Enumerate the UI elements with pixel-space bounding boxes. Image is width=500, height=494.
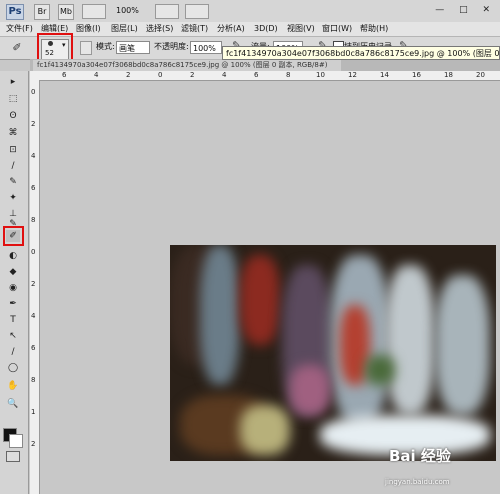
opacity-label: 不透明度: [154, 42, 189, 51]
menu-bar: 文件(F) 编辑(E) 图像(I) 图层(L) 选择(S) 滤镜(T) 分析(A… [0, 22, 500, 37]
document-tab[interactable]: fc1f4134970a304e07f3068bd0c8a786c8175ce9… [33, 60, 341, 71]
ruler-label: 10 [316, 71, 325, 79]
menu-filter[interactable]: 滤镜(T) [181, 22, 208, 36]
ruler-label: 16 [412, 71, 421, 79]
menu-select[interactable]: 选择(S) [146, 22, 173, 36]
ruler-label: 18 [444, 71, 453, 79]
bridge-button[interactable]: Br [34, 4, 50, 20]
app-bar [0, 0, 500, 23]
menu-analysis[interactable]: 分析(A) [217, 22, 245, 36]
ruler-label: 6 [62, 71, 67, 79]
move-tool-icon[interactable]: ▸ [6, 76, 20, 88]
window-controls[interactable]: — □ ✕ [435, 3, 496, 17]
eraser-tool-highlight [3, 226, 24, 246]
mode-select[interactable]: 画笔 [116, 41, 150, 54]
menu-window[interactable]: 窗口(W) [322, 22, 352, 36]
ruler-label: 0 [158, 71, 163, 79]
arrange-documents-button[interactable] [155, 4, 179, 19]
ruler-label: 6 [254, 71, 259, 79]
3d-rotate-tool-icon[interactable]: ◯ [6, 362, 20, 374]
ruler-label: 2 [31, 120, 36, 128]
ruler-label: 4 [31, 312, 36, 320]
crop-tool-icon[interactable]: ⊡ [6, 144, 20, 156]
hand-tool-icon[interactable]: ✋ [6, 380, 20, 392]
ruler-label: 4 [94, 71, 99, 79]
quick-mask-icon[interactable] [6, 451, 20, 462]
ruler-label: 6 [31, 184, 36, 192]
path-selection-tool-icon[interactable]: ↖ [6, 330, 20, 342]
ruler-label: 2 [190, 71, 195, 79]
menu-help[interactable]: 帮助(H) [360, 22, 388, 36]
menu-file[interactable]: 文件(F) [6, 22, 33, 36]
tab-tooltip: fc1f4134970a304e07f3068bd0c8a786c8175ce9… [222, 46, 500, 60]
lasso-tool-icon[interactable]: ʘ [6, 110, 20, 122]
ruler-label: 8 [31, 216, 36, 224]
ruler-label: 4 [31, 152, 36, 160]
zoom-level[interactable]: 100% [116, 5, 139, 17]
mode-label: 模式: [96, 42, 115, 51]
ruler-label: 8 [286, 71, 291, 79]
mini-bridge-button[interactable]: Mb [58, 4, 74, 20]
dodge-tool-icon[interactable]: ◉ [6, 282, 20, 294]
eyedropper-tool-icon[interactable]: ∕ [6, 160, 20, 172]
ruler-label: 20 [476, 71, 485, 79]
pen-tool-icon[interactable]: ✒ [6, 298, 20, 310]
photoshop-logo: Ps [6, 4, 24, 20]
ruler-top: 6 4 2 0 2 4 6 8 10 12 14 16 18 20 [30, 71, 500, 81]
ruler-label: 6 [31, 344, 36, 352]
ruler-label: 12 [348, 71, 357, 79]
ruler-label: 0 [31, 88, 36, 96]
eraser-tool-preset-icon[interactable]: ✐ [8, 41, 26, 55]
ruler-label: 0 [31, 248, 36, 256]
view-extras-button[interactable] [82, 4, 106, 19]
baidu-watermark-url: jingyan.baidu.com [385, 478, 450, 486]
healing-brush-tool-icon[interactable]: ✎ [6, 176, 20, 188]
ruler-label: 14 [380, 71, 389, 79]
brush-tool-icon[interactable]: ✦ [6, 192, 20, 204]
ruler-label: 2 [126, 71, 131, 79]
background-color-swatch[interactable] [9, 434, 23, 448]
ruler-left: 0 2 4 6 8 0 2 4 6 8 1 2 [30, 80, 40, 494]
baidu-watermark: Bai 经验 [389, 447, 451, 465]
line-tool-icon[interactable]: ∕ [6, 346, 20, 358]
menu-3d[interactable]: 3D(D) [254, 22, 278, 36]
ruler-label: 8 [31, 376, 36, 384]
ruler-label: 2 [31, 440, 36, 448]
menu-layer[interactable]: 图层(L) [111, 22, 138, 36]
blur-tool-icon[interactable]: ◆ [6, 266, 20, 278]
gradient-tool-icon[interactable]: ◐ [6, 250, 20, 262]
menu-image[interactable]: 图像(I) [76, 22, 101, 36]
ruler-label: 1 [31, 408, 36, 416]
quick-select-tool-icon[interactable]: ⌘ [6, 127, 20, 139]
brush-panel-toggle-button[interactable] [80, 41, 92, 55]
ruler-label: 4 [222, 71, 227, 79]
marquee-tool-icon[interactable]: ⬚ [6, 93, 20, 105]
document-canvas-image[interactable] [170, 245, 496, 461]
screen-mode-button[interactable] [185, 4, 209, 19]
type-tool-icon[interactable]: T [6, 314, 20, 326]
ruler-label: 2 [31, 280, 36, 288]
zoom-tool-icon[interactable]: 🔍 [6, 398, 20, 410]
opacity-field[interactable]: 100% [190, 41, 222, 54]
menu-view[interactable]: 视图(V) [287, 22, 315, 36]
